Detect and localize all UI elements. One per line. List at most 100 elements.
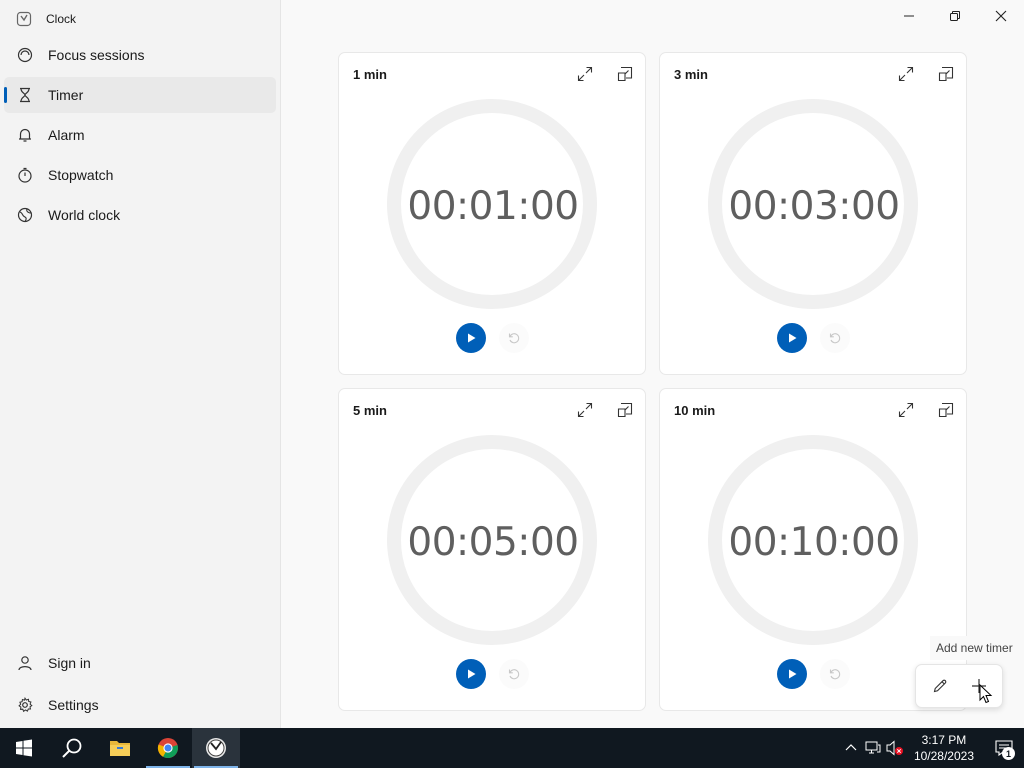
timer-card[interactable]: 1 min 00:01:00 xyxy=(338,52,646,375)
reset-timer-button[interactable] xyxy=(820,323,850,353)
timer-time-display: 00:01:00 xyxy=(407,184,579,229)
keep-on-top-button[interactable] xyxy=(932,63,960,85)
nav-menu: Focus sessions Timer Alarm Stopwatch Wor… xyxy=(4,37,276,237)
notification-center-button[interactable]: 1 xyxy=(984,728,1024,768)
nav-item-focus-sessions[interactable]: Focus sessions xyxy=(4,37,276,73)
reset-icon xyxy=(829,669,841,680)
timer-title: 10 min xyxy=(674,403,716,418)
taskbar-time: 3:17 PM xyxy=(921,733,967,747)
start-timer-button[interactable] xyxy=(456,323,486,353)
clock-taskbar-button[interactable] xyxy=(192,728,240,768)
nav-item-label: Alarm xyxy=(48,127,85,143)
keep-on-top-button[interactable] xyxy=(611,63,639,85)
bell-icon xyxy=(17,127,33,143)
network-icon xyxy=(865,741,881,754)
volume-button[interactable] xyxy=(884,728,906,768)
globe-icon xyxy=(17,207,33,223)
keep-on-top-icon xyxy=(938,66,954,82)
keep-on-top-icon xyxy=(938,402,954,418)
play-icon xyxy=(789,669,797,679)
close-icon xyxy=(995,10,1007,22)
person-icon xyxy=(17,655,33,671)
keep-on-top-button[interactable] xyxy=(611,399,639,421)
expand-icon xyxy=(898,402,914,418)
windows-logo-icon xyxy=(16,739,32,757)
settings-button[interactable]: Settings xyxy=(4,686,276,724)
reset-timer-button[interactable] xyxy=(499,323,529,353)
timer-time-display: 00:10:00 xyxy=(728,520,900,565)
timer-title: 3 min xyxy=(674,67,708,82)
nav-item-stopwatch[interactable]: Stopwatch xyxy=(4,157,276,193)
reset-timer-button[interactable] xyxy=(499,659,529,689)
clock-app-icon xyxy=(16,11,32,27)
start-timer-button[interactable] xyxy=(777,659,807,689)
network-button[interactable] xyxy=(862,728,884,768)
reset-icon xyxy=(508,333,520,344)
chrome-button[interactable] xyxy=(144,728,192,768)
start-timer-button[interactable] xyxy=(456,659,486,689)
nav-item-label: Focus sessions xyxy=(48,47,145,63)
expand-icon xyxy=(577,66,593,82)
reset-icon xyxy=(829,333,841,344)
folder-icon xyxy=(110,741,130,756)
hourglass-icon xyxy=(17,87,33,103)
play-icon xyxy=(789,333,797,343)
keep-on-top-icon xyxy=(617,66,633,82)
search-button[interactable] xyxy=(48,728,96,768)
show-hidden-icons-button[interactable] xyxy=(840,728,862,768)
system-tray: 3:17 PM 10/28/2023 1 xyxy=(840,728,1024,768)
nav-item-world-clock[interactable]: World clock xyxy=(4,197,276,233)
nav-item-label: Settings xyxy=(48,697,99,713)
volume-muted-icon xyxy=(886,740,903,756)
nav-item-timer[interactable]: Timer xyxy=(4,77,276,113)
timer-card[interactable]: 10 min 00:10:00 xyxy=(659,388,967,711)
chrome-icon xyxy=(157,738,178,759)
pencil-icon xyxy=(933,679,946,693)
nav-item-label: Sign in xyxy=(48,655,91,671)
bottom-nav: Sign in Settings xyxy=(4,644,276,728)
taskbar-date: 10/28/2023 xyxy=(913,749,974,763)
focus-icon xyxy=(17,47,33,63)
nav-item-label: Timer xyxy=(48,87,84,103)
edit-timers-button[interactable] xyxy=(924,670,956,702)
play-icon xyxy=(468,333,476,343)
add-timer-tooltip: Add new timer xyxy=(930,636,1019,660)
start-button[interactable] xyxy=(0,728,48,768)
gear-icon xyxy=(17,697,33,713)
expand-timer-button[interactable] xyxy=(892,63,920,85)
expand-timer-button[interactable] xyxy=(571,399,599,421)
keep-on-top-button[interactable] xyxy=(932,399,960,421)
expand-timer-button[interactable] xyxy=(892,399,920,421)
chevron-up-icon xyxy=(845,744,857,751)
play-icon xyxy=(468,669,476,679)
app-title: Clock xyxy=(46,12,77,26)
mouse-cursor-icon xyxy=(979,684,993,704)
timer-time-display: 00:03:00 xyxy=(728,184,900,229)
timer-card[interactable]: 5 min 00:05:00 xyxy=(338,388,646,711)
nav-item-label: World clock xyxy=(48,207,121,223)
timer-time-display: 00:05:00 xyxy=(407,520,579,565)
taskbar-clock[interactable]: 3:17 PM 10/28/2023 xyxy=(906,732,984,764)
close-button[interactable] xyxy=(978,0,1024,32)
window-controls xyxy=(886,0,1024,32)
file-explorer-button[interactable] xyxy=(96,728,144,768)
timer-card[interactable]: 3 min 00:03:00 xyxy=(659,52,967,375)
sidebar: Clock Focus sessions Timer Alarm Stopwat… xyxy=(0,0,281,728)
taskbar: 3:17 PM 10/28/2023 1 xyxy=(0,728,1024,768)
expand-timer-button[interactable] xyxy=(571,63,599,85)
nav-item-alarm[interactable]: Alarm xyxy=(4,117,276,153)
notification-count-badge: 1 xyxy=(1002,747,1015,760)
sign-in-button[interactable]: Sign in xyxy=(4,644,276,682)
clock-app-icon xyxy=(206,738,226,758)
restore-icon xyxy=(950,11,960,21)
start-timer-button[interactable] xyxy=(777,323,807,353)
minimize-button[interactable] xyxy=(886,0,932,32)
keep-on-top-icon xyxy=(617,402,633,418)
app-title-bar: Clock xyxy=(16,9,76,29)
expand-icon xyxy=(898,66,914,82)
expand-icon xyxy=(577,402,593,418)
timer-title: 1 min xyxy=(353,67,387,82)
reset-timer-button[interactable] xyxy=(820,659,850,689)
restore-button[interactable] xyxy=(932,0,978,32)
timer-title: 5 min xyxy=(353,403,387,418)
